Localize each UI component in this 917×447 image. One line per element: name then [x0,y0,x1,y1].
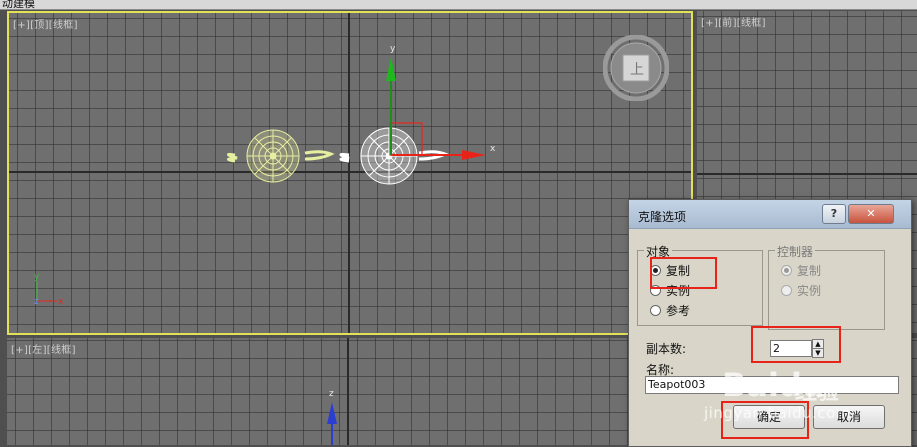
gizmo-x-label: x [490,144,496,154]
copies-label: 副本数: [646,342,687,356]
radio-label: 实例 [666,284,691,298]
object-group-title: 对象 [644,243,673,260]
left-view-gizmo: z [327,389,337,445]
spinner-down-icon[interactable]: ▼ [813,348,823,357]
viewport-menu-plus[interactable]: [+] [701,18,718,29]
dialog-title: 克隆选项 [638,210,687,224]
controller-group: 控制器 复制 实例 [768,243,885,330]
close-button[interactable]: ✕ [848,204,894,224]
tripod-y: y [34,272,40,282]
scene-objects: y x [227,44,496,185]
viewcube[interactable]: 上 [603,35,669,101]
controller-group-title: 控制器 [775,243,816,260]
radio-button[interactable] [650,305,661,316]
axis-tripod: y z x [34,272,64,307]
viewport-left[interactable]: [+][左][线框] z [7,338,689,445]
radio-label: 参考 [666,304,691,318]
radio-button [781,285,792,296]
radio-object-reference[interactable]: 参考 [650,303,690,319]
dialog-titlebar[interactable]: 克隆选项 ? ✕ [629,200,911,229]
radio-label: 实例 [797,284,822,298]
copies-spinner[interactable]: ▲ ▼ [812,339,824,358]
gizmo-y-label: y [390,44,396,54]
window-title: 动建模 [2,0,35,10]
radio-controller-copy: 复制 [781,263,821,279]
copies-input[interactable]: 2 [770,340,812,357]
help-button[interactable]: ? [822,204,846,224]
radio-object-copy[interactable]: 复制 [650,263,690,279]
viewport-top[interactable]: [+][顶][线框] y x 上 y z x [7,11,693,335]
window-title-strip: 动建模 [0,0,917,10]
viewcube-face-label: 上 [630,62,644,78]
ok-button[interactable]: 确定 [733,405,805,429]
teapot-clone[interactable] [227,129,335,183]
tripod-z: z [34,297,39,307]
viewport-view-menu[interactable]: [前] [718,18,737,29]
radio-button[interactable] [650,265,661,276]
viewport-shading-menu[interactable]: [线框] [737,18,766,29]
radio-object-instance[interactable]: 实例 [650,283,690,299]
radio-button [781,265,792,276]
radio-label: 复制 [797,264,822,278]
tripod-x: x [58,297,64,307]
grid-axis-horizontal [697,173,917,175]
left-gizmo-z-label: z [329,389,334,399]
clone-options-dialog: 克隆选项 ? ✕ 对象 复制 实例 参考 控制器 复制 实例 副本数: 2 ▲ … [628,199,912,447]
spinner-up-icon[interactable]: ▲ [813,340,823,348]
viewport-label-front: [+][前][线框] [701,14,766,29]
radio-label: 复制 [666,264,691,278]
name-input[interactable]: Teapot003 [645,376,899,394]
cancel-button[interactable]: 取消 [813,405,885,429]
object-group: 对象 复制 实例 参考 [637,243,763,326]
radio-controller-instance: 实例 [781,283,821,299]
radio-button[interactable] [650,285,661,296]
